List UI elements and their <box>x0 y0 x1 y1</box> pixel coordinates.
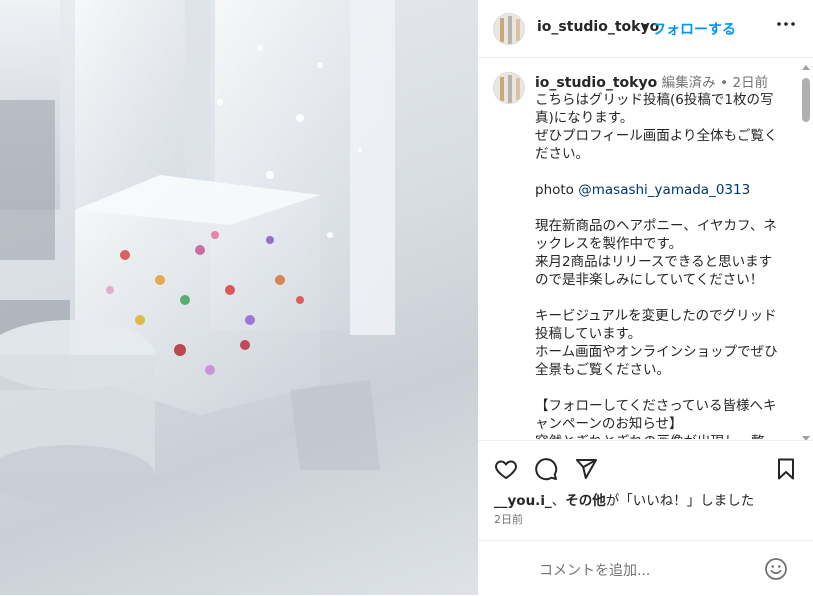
emoji-icon[interactable] <box>764 557 788 581</box>
likes-separator: 、 <box>551 493 566 509</box>
share-icon[interactable] <box>574 457 598 481</box>
scrollbar-thumb[interactable] <box>802 78 810 122</box>
mention-link[interactable]: @masashi_yamada_0313 <box>578 182 750 198</box>
others-link[interactable]: その他 <box>565 493 606 509</box>
more-icon-glyph <box>777 22 795 26</box>
acrylic-cubes-image <box>0 0 395 505</box>
viewer-avatar <box>494 552 526 584</box>
post-detail-panel: io_studio_tokyo • フォローする io_studio_tokyo… <box>478 0 813 595</box>
caption-body: 現在新商品のヘアポニー、イヤカフ、ネックレスを製作中です。 来月2商品はリリース… <box>535 218 778 439</box>
likes-suffix: が「いいね！」しました <box>605 493 755 509</box>
scroll-up-arrow-icon[interactable] <box>802 65 810 70</box>
caption-separator: • <box>720 75 729 91</box>
bookmark-icon[interactable] <box>774 457 798 481</box>
caption-area: io_studio_tokyo 編集済み • 2日前 こちらはグリッド投稿(6投… <box>478 58 813 439</box>
post-header: io_studio_tokyo • フォローする <box>478 0 813 58</box>
avatar-image <box>494 73 524 103</box>
action-bar: __you.i_、その他が「いいね！」しました 2日前 <box>478 440 813 541</box>
caption-meta: io_studio_tokyo 編集済み • 2日前 <box>535 71 768 91</box>
separator-dot: • <box>641 19 650 35</box>
edited-label: 編集済み <box>661 75 716 91</box>
avatar-image <box>494 14 524 44</box>
post-photo[interactable] <box>0 0 478 595</box>
comment-box: コメントを追加... <box>478 540 813 596</box>
more-icon[interactable] <box>774 12 798 42</box>
follow-button[interactable]: フォローする <box>652 19 736 39</box>
caption-time[interactable]: 2日前 <box>733 75 769 91</box>
comment-input[interactable]: コメントを追加... <box>539 560 650 580</box>
author-avatar[interactable] <box>493 13 525 45</box>
likes-summary: __you.i_、その他が「いいね！」しました <box>494 489 754 509</box>
caption-scrollbar[interactable] <box>801 65 811 441</box>
liker-username[interactable]: __you.i_ <box>494 493 552 509</box>
caption-username[interactable]: io_studio_tokyo <box>535 75 657 91</box>
post-date[interactable]: 2日前 <box>494 511 523 527</box>
caption-text: こちらはグリッド投稿(6投稿で1枚の写真)になります。 ぜひプロフィール画面より… <box>535 91 783 439</box>
heart-icon[interactable] <box>494 457 518 481</box>
caption-avatar[interactable] <box>493 72 525 104</box>
comment-icon[interactable] <box>534 457 558 481</box>
